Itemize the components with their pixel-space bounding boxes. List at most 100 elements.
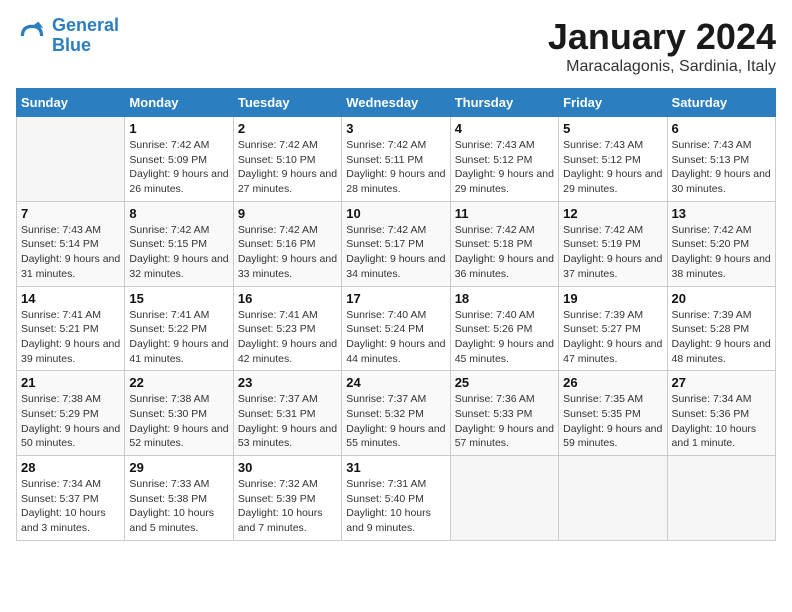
day-number: 14 — [21, 291, 120, 306]
day-info: Sunrise: 7:42 AMSunset: 5:10 PMDaylight:… — [238, 138, 337, 197]
day-info: Sunrise: 7:39 AMSunset: 5:28 PMDaylight:… — [672, 308, 771, 367]
calendar-cell: 15 Sunrise: 7:41 AMSunset: 5:22 PMDaylig… — [125, 286, 233, 371]
day-info: Sunrise: 7:35 AMSunset: 5:35 PMDaylight:… — [563, 392, 662, 451]
day-number: 7 — [21, 206, 120, 221]
calendar-header: SundayMondayTuesdayWednesdayThursdayFrid… — [17, 89, 776, 117]
calendar-cell: 8 Sunrise: 7:42 AMSunset: 5:15 PMDayligh… — [125, 201, 233, 286]
calendar-week-row: 28 Sunrise: 7:34 AMSunset: 5:37 PMDaylig… — [17, 456, 776, 541]
day-info: Sunrise: 7:43 AMSunset: 5:12 PMDaylight:… — [455, 138, 554, 197]
calendar-cell — [559, 456, 667, 541]
calendar-cell: 6 Sunrise: 7:43 AMSunset: 5:13 PMDayligh… — [667, 117, 775, 202]
day-info: Sunrise: 7:40 AMSunset: 5:26 PMDaylight:… — [455, 308, 554, 367]
weekday-header: Monday — [125, 89, 233, 117]
day-number: 26 — [563, 375, 662, 390]
calendar-cell: 25 Sunrise: 7:36 AMSunset: 5:33 PMDaylig… — [450, 371, 558, 456]
day-info: Sunrise: 7:42 AMSunset: 5:18 PMDaylight:… — [455, 223, 554, 282]
day-number: 13 — [672, 206, 771, 221]
day-info: Sunrise: 7:37 AMSunset: 5:32 PMDaylight:… — [346, 392, 445, 451]
calendar-cell: 13 Sunrise: 7:42 AMSunset: 5:20 PMDaylig… — [667, 201, 775, 286]
calendar-cell: 4 Sunrise: 7:43 AMSunset: 5:12 PMDayligh… — [450, 117, 558, 202]
day-number: 2 — [238, 121, 337, 136]
day-info: Sunrise: 7:39 AMSunset: 5:27 PMDaylight:… — [563, 308, 662, 367]
logo-line1: General — [52, 15, 119, 35]
day-info: Sunrise: 7:34 AMSunset: 5:37 PMDaylight:… — [21, 477, 120, 536]
day-info: Sunrise: 7:42 AMSunset: 5:16 PMDaylight:… — [238, 223, 337, 282]
day-number: 30 — [238, 460, 337, 475]
day-number: 8 — [129, 206, 228, 221]
logo-icon — [16, 20, 48, 52]
day-number: 31 — [346, 460, 445, 475]
day-info: Sunrise: 7:43 AMSunset: 5:13 PMDaylight:… — [672, 138, 771, 197]
day-info: Sunrise: 7:42 AMSunset: 5:20 PMDaylight:… — [672, 223, 771, 282]
day-number: 18 — [455, 291, 554, 306]
day-number: 11 — [455, 206, 554, 221]
day-info: Sunrise: 7:41 AMSunset: 5:22 PMDaylight:… — [129, 308, 228, 367]
page-header: General Blue January 2024 Maracalagonis,… — [16, 16, 776, 76]
day-number: 21 — [21, 375, 120, 390]
weekday-header: Sunday — [17, 89, 125, 117]
calendar-cell: 2 Sunrise: 7:42 AMSunset: 5:10 PMDayligh… — [233, 117, 341, 202]
day-number: 15 — [129, 291, 228, 306]
calendar-week-row: 21 Sunrise: 7:38 AMSunset: 5:29 PMDaylig… — [17, 371, 776, 456]
calendar-cell — [17, 117, 125, 202]
day-info: Sunrise: 7:34 AMSunset: 5:36 PMDaylight:… — [672, 392, 771, 451]
day-number: 27 — [672, 375, 771, 390]
calendar-cell: 7 Sunrise: 7:43 AMSunset: 5:14 PMDayligh… — [17, 201, 125, 286]
calendar-cell: 9 Sunrise: 7:42 AMSunset: 5:16 PMDayligh… — [233, 201, 341, 286]
day-info: Sunrise: 7:32 AMSunset: 5:39 PMDaylight:… — [238, 477, 337, 536]
day-info: Sunrise: 7:36 AMSunset: 5:33 PMDaylight:… — [455, 392, 554, 451]
day-number: 25 — [455, 375, 554, 390]
location-title: Maracalagonis, Sardinia, Italy — [548, 58, 776, 76]
calendar-cell: 14 Sunrise: 7:41 AMSunset: 5:21 PMDaylig… — [17, 286, 125, 371]
title-block: January 2024 Maracalagonis, Sardinia, It… — [548, 16, 776, 76]
day-info: Sunrise: 7:37 AMSunset: 5:31 PMDaylight:… — [238, 392, 337, 451]
logo-text: General Blue — [52, 16, 119, 56]
day-info: Sunrise: 7:41 AMSunset: 5:21 PMDaylight:… — [21, 308, 120, 367]
day-info: Sunrise: 7:40 AMSunset: 5:24 PMDaylight:… — [346, 308, 445, 367]
day-info: Sunrise: 7:33 AMSunset: 5:38 PMDaylight:… — [129, 477, 228, 536]
calendar-cell: 18 Sunrise: 7:40 AMSunset: 5:26 PMDaylig… — [450, 286, 558, 371]
weekday-header: Saturday — [667, 89, 775, 117]
calendar-cell: 22 Sunrise: 7:38 AMSunset: 5:30 PMDaylig… — [125, 371, 233, 456]
calendar-cell: 10 Sunrise: 7:42 AMSunset: 5:17 PMDaylig… — [342, 201, 450, 286]
day-number: 12 — [563, 206, 662, 221]
day-info: Sunrise: 7:31 AMSunset: 5:40 PMDaylight:… — [346, 477, 445, 536]
day-info: Sunrise: 7:38 AMSunset: 5:29 PMDaylight:… — [21, 392, 120, 451]
day-number: 24 — [346, 375, 445, 390]
calendar-cell: 28 Sunrise: 7:34 AMSunset: 5:37 PMDaylig… — [17, 456, 125, 541]
day-number: 6 — [672, 121, 771, 136]
day-info: Sunrise: 7:38 AMSunset: 5:30 PMDaylight:… — [129, 392, 228, 451]
calendar-cell: 29 Sunrise: 7:33 AMSunset: 5:38 PMDaylig… — [125, 456, 233, 541]
calendar-cell: 31 Sunrise: 7:31 AMSunset: 5:40 PMDaylig… — [342, 456, 450, 541]
logo-line2: Blue — [52, 35, 91, 55]
calendar-week-row: 1 Sunrise: 7:42 AMSunset: 5:09 PMDayligh… — [17, 117, 776, 202]
calendar-cell — [450, 456, 558, 541]
calendar-body: 1 Sunrise: 7:42 AMSunset: 5:09 PMDayligh… — [17, 117, 776, 541]
day-number: 28 — [21, 460, 120, 475]
day-number: 16 — [238, 291, 337, 306]
day-number: 23 — [238, 375, 337, 390]
day-number: 4 — [455, 121, 554, 136]
calendar-cell: 17 Sunrise: 7:40 AMSunset: 5:24 PMDaylig… — [342, 286, 450, 371]
calendar-table: SundayMondayTuesdayWednesdayThursdayFrid… — [16, 88, 776, 541]
calendar-cell: 26 Sunrise: 7:35 AMSunset: 5:35 PMDaylig… — [559, 371, 667, 456]
logo: General Blue — [16, 16, 119, 56]
day-info: Sunrise: 7:43 AMSunset: 5:12 PMDaylight:… — [563, 138, 662, 197]
calendar-cell: 21 Sunrise: 7:38 AMSunset: 5:29 PMDaylig… — [17, 371, 125, 456]
day-number: 1 — [129, 121, 228, 136]
calendar-cell: 27 Sunrise: 7:34 AMSunset: 5:36 PMDaylig… — [667, 371, 775, 456]
day-info: Sunrise: 7:43 AMSunset: 5:14 PMDaylight:… — [21, 223, 120, 282]
day-info: Sunrise: 7:42 AMSunset: 5:09 PMDaylight:… — [129, 138, 228, 197]
weekday-header: Thursday — [450, 89, 558, 117]
calendar-cell: 30 Sunrise: 7:32 AMSunset: 5:39 PMDaylig… — [233, 456, 341, 541]
day-info: Sunrise: 7:41 AMSunset: 5:23 PMDaylight:… — [238, 308, 337, 367]
day-number: 22 — [129, 375, 228, 390]
day-number: 17 — [346, 291, 445, 306]
calendar-cell: 19 Sunrise: 7:39 AMSunset: 5:27 PMDaylig… — [559, 286, 667, 371]
calendar-cell: 23 Sunrise: 7:37 AMSunset: 5:31 PMDaylig… — [233, 371, 341, 456]
calendar-cell: 3 Sunrise: 7:42 AMSunset: 5:11 PMDayligh… — [342, 117, 450, 202]
calendar-cell: 20 Sunrise: 7:39 AMSunset: 5:28 PMDaylig… — [667, 286, 775, 371]
calendar-cell — [667, 456, 775, 541]
calendar-cell: 11 Sunrise: 7:42 AMSunset: 5:18 PMDaylig… — [450, 201, 558, 286]
day-number: 29 — [129, 460, 228, 475]
